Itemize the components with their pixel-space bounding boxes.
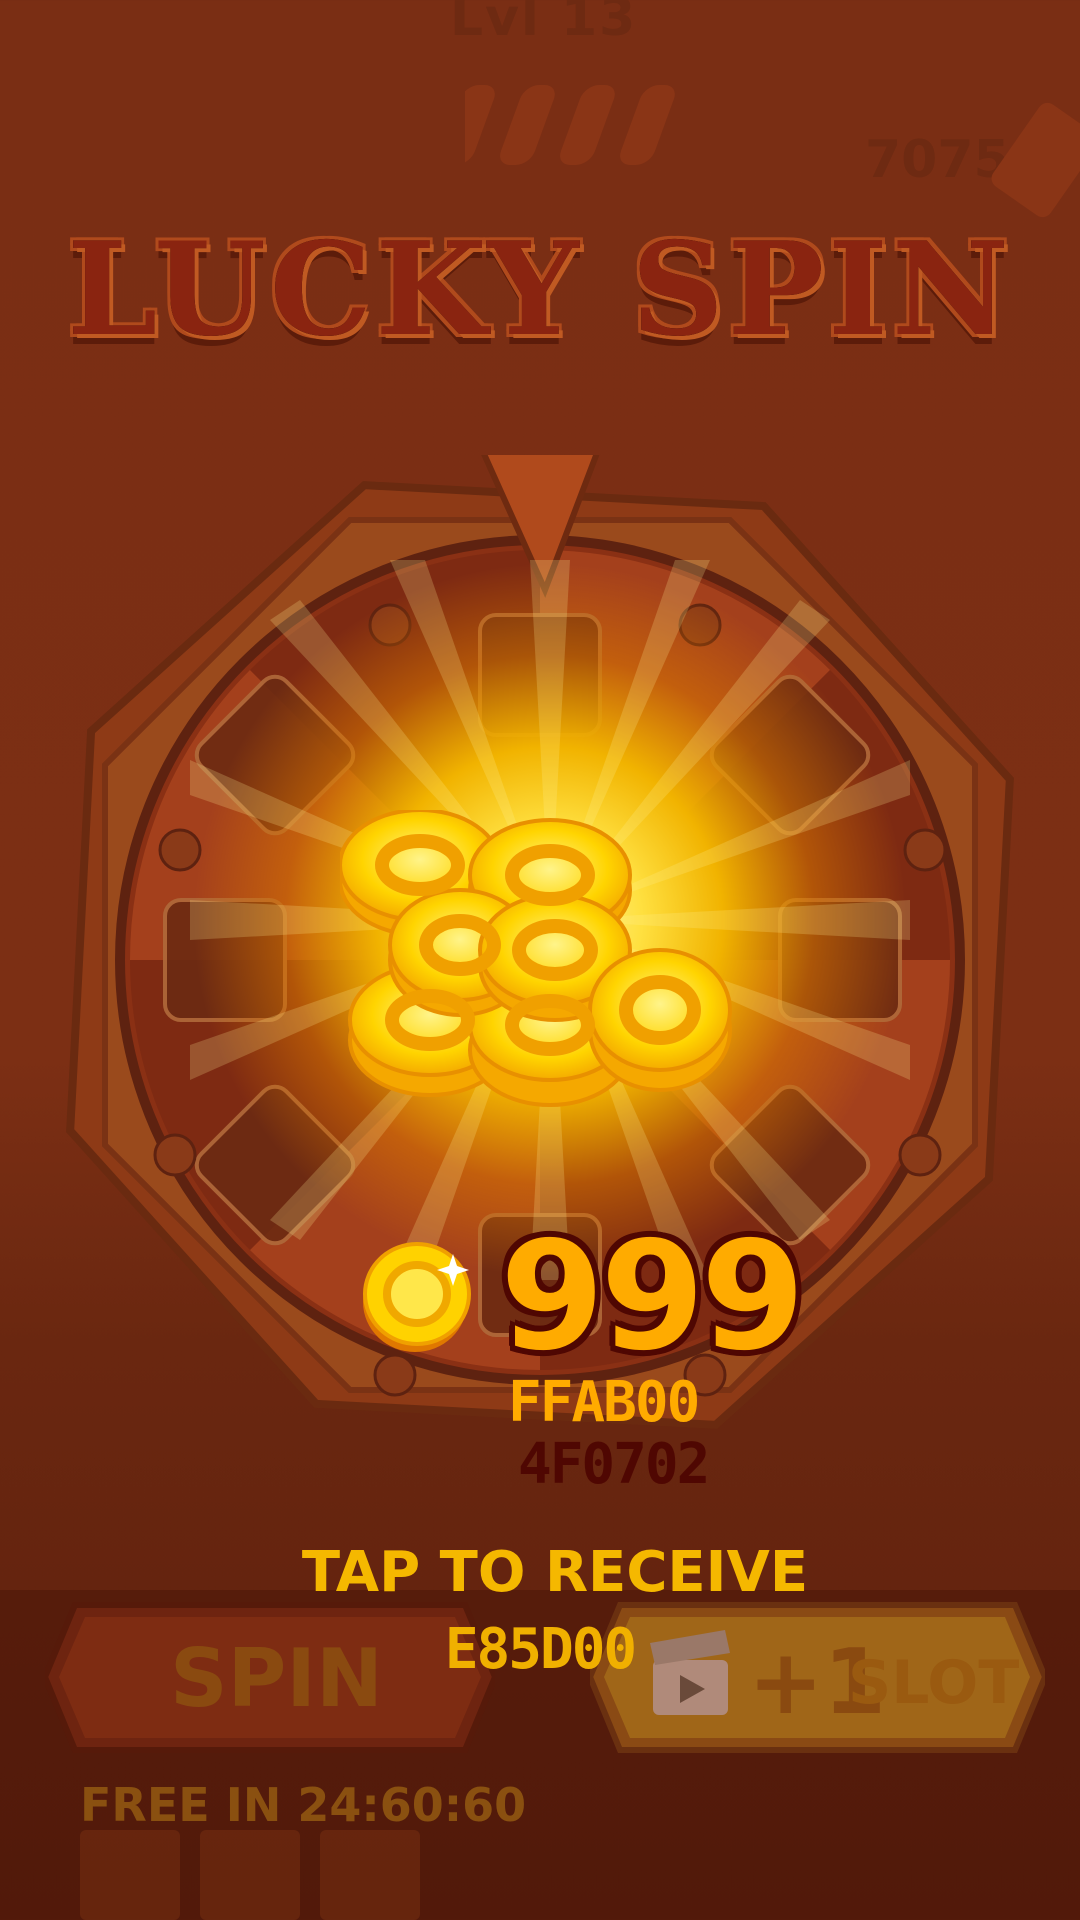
progress-bars-icon [465,85,675,165]
inventory-slot [200,1830,300,1920]
tap-to-receive[interactable]: TAP TO RECEIVE [0,1540,1080,1605]
coin-icon [363,1242,471,1352]
coin-counter: 7075 [865,130,1010,190]
level-label: Lvl 13 [450,0,638,48]
page-title: LUCKY SPIN [67,215,1013,365]
inventory-slot [320,1830,420,1920]
gem-icon [987,98,1080,222]
coin-pile-icon [340,810,732,1107]
free-timer: FREE IN 24:60:60 [80,1778,527,1832]
tap-color-code: E85D00 [444,1617,637,1682]
inventory-slot [80,1830,180,1920]
reward-color-outline: 4F0702 [518,1432,710,1497]
reward-amount: 999 [500,1210,805,1384]
reward-color-primary: FFAB00 [508,1370,700,1435]
